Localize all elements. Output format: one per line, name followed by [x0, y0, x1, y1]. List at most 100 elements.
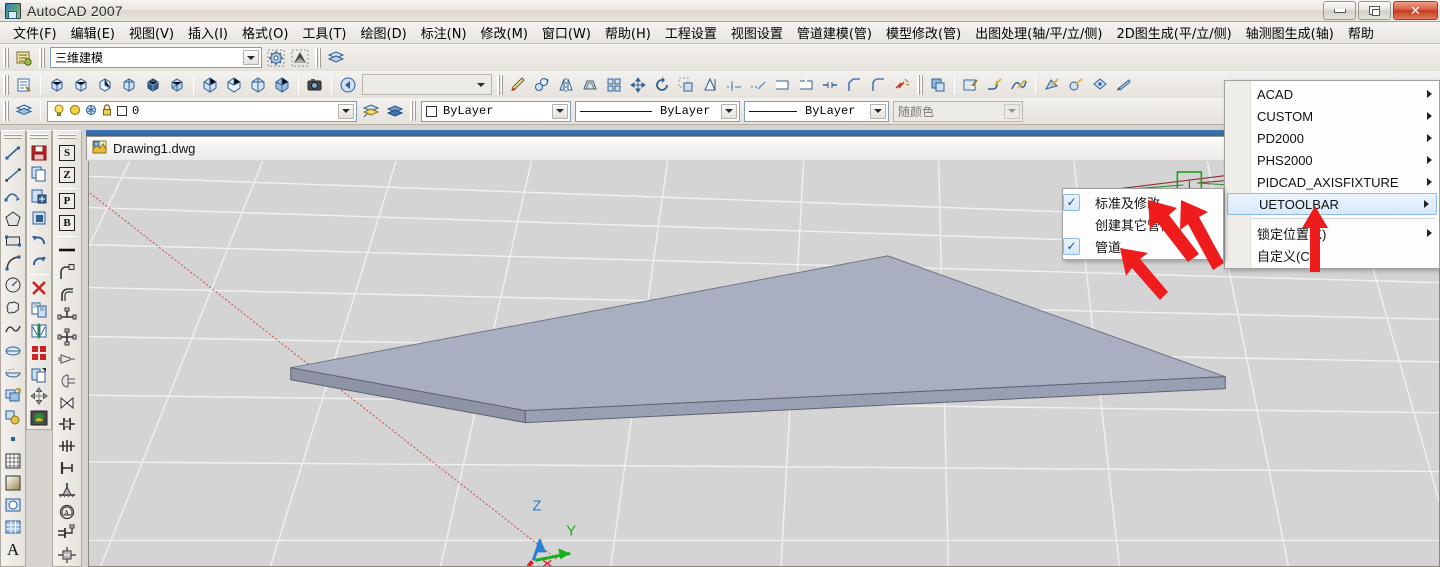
- erase-icon[interactable]: [28, 277, 50, 299]
- erase-icon[interactable]: [507, 74, 529, 96]
- chevron-down-icon[interactable]: [552, 104, 568, 119]
- toolbar-grip[interactable]: [3, 101, 9, 121]
- pipe-letter-z-button[interactable]: Z: [56, 164, 78, 186]
- chevron-down-icon[interactable]: [243, 50, 259, 65]
- lightbulb-icon[interactable]: [52, 103, 66, 120]
- layers-stack-icon[interactable]: [325, 47, 347, 69]
- ellipse-arc-icon[interactable]: [2, 362, 24, 384]
- reducer-icon[interactable]: [56, 348, 78, 370]
- copy-icon[interactable]: [28, 164, 50, 186]
- checkbox-pipe[interactable]: ✓: [1063, 238, 1089, 255]
- join-icon[interactable]: [819, 74, 841, 96]
- sun-icon[interactable]: [68, 103, 82, 120]
- chevron-down-icon[interactable]: [870, 104, 886, 119]
- edit-spline-icon[interactable]: [1008, 74, 1030, 96]
- polygon-icon[interactable]: [2, 208, 24, 230]
- table-icon[interactable]: [2, 516, 24, 538]
- menu-item-model-modify[interactable]: 模型修改(管): [879, 20, 968, 45]
- copy-object-icon[interactable]: [28, 299, 50, 321]
- visual-3d-hidden-icon[interactable]: [223, 74, 245, 96]
- match-properties-icon[interactable]: [28, 364, 50, 386]
- tee-icon[interactable]: [56, 305, 78, 327]
- bend-icon[interactable]: [56, 283, 78, 305]
- pipe-line-icon[interactable]: [56, 239, 78, 261]
- revcloud-icon[interactable]: [2, 296, 24, 318]
- circle-icon[interactable]: [2, 274, 24, 296]
- menu-item-window[interactable]: 窗口(W): [535, 20, 598, 45]
- back-arrow-icon[interactable]: [337, 74, 359, 96]
- layer-properties-manager-icon[interactable]: [13, 100, 35, 122]
- insert-block-icon[interactable]: [2, 384, 24, 406]
- menu-item-view[interactable]: 视图(V): [122, 20, 181, 45]
- menu-item-pipe-modeling[interactable]: 管道建模(管): [790, 20, 879, 45]
- layer-previous-icon[interactable]: [360, 100, 382, 122]
- toolbar-grip[interactable]: [315, 48, 321, 68]
- view-se-isometric-icon[interactable]: [70, 74, 92, 96]
- submenu-item-create-other-fittings[interactable]: 创建其它管件: [1063, 213, 1223, 235]
- view-ne-isometric-icon[interactable]: [94, 74, 116, 96]
- break-icon[interactable]: [795, 74, 817, 96]
- copy-object-icon[interactable]: [531, 74, 553, 96]
- menu-item-insert[interactable]: 插入(I): [181, 20, 235, 45]
- workspace-display-icon[interactable]: [289, 47, 311, 69]
- point-icon[interactable]: [2, 428, 24, 450]
- solid-union-icon[interactable]: [927, 74, 949, 96]
- view-nw-isometric-icon[interactable]: [118, 74, 140, 96]
- break-at-point-icon[interactable]: [771, 74, 793, 96]
- move-icon[interactable]: [627, 74, 649, 96]
- color-select[interactable]: ByLayer: [421, 101, 571, 122]
- minimize-button[interactable]: [1323, 1, 1356, 20]
- menu-item-customize[interactable]: 自定义(C...: [1225, 244, 1439, 266]
- lock-icon[interactable]: [100, 103, 114, 120]
- menu-item-acad[interactable]: ACAD: [1225, 83, 1439, 105]
- line-icon[interactable]: [2, 142, 24, 164]
- layer-state-icon[interactable]: [384, 100, 406, 122]
- restore-button[interactable]: [1358, 1, 1391, 20]
- chevron-down-icon[interactable]: [721, 104, 737, 119]
- visual-2d-wireframe-icon[interactable]: [199, 74, 221, 96]
- text-icon[interactable]: A: [2, 538, 24, 560]
- explode-icon[interactable]: [891, 74, 913, 96]
- menu-item-pd2000[interactable]: PD2000: [1225, 127, 1439, 149]
- extend-icon[interactable]: [747, 74, 769, 96]
- scale-icon[interactable]: [675, 74, 697, 96]
- gradient-icon[interactable]: [2, 472, 24, 494]
- toolbar-grip[interactable]: [917, 75, 923, 95]
- menu-item-pidcad-axisfixture[interactable]: PIDCAD_AXISFIXTURE: [1225, 171, 1439, 193]
- edit-polyline-icon[interactable]: [984, 74, 1006, 96]
- synchronize-attributes-icon[interactable]: [1113, 74, 1135, 96]
- menu-item-custom[interactable]: CUSTOM: [1225, 105, 1439, 127]
- uetoolbar-submenu[interactable]: ✓ 标准及修改 创建其它管件 ✓ 管道: [1062, 188, 1224, 260]
- menu-item-drawing-output[interactable]: 出图处理(轴/平/立/侧): [968, 20, 1109, 45]
- search-input[interactable]: [362, 74, 492, 95]
- pipe-letter-p-button[interactable]: P: [56, 191, 78, 213]
- gasket-icon[interactable]: [56, 435, 78, 457]
- construction-line-icon[interactable]: [2, 164, 24, 186]
- menu-item-lock-location[interactable]: 锁定位置(K): [1225, 222, 1439, 244]
- toolbar-grip[interactable]: [3, 75, 9, 95]
- edit-attribute-icon[interactable]: [1065, 74, 1087, 96]
- menu-item-modify[interactable]: 修改(M): [474, 20, 535, 45]
- view-wireframe-box-icon[interactable]: [166, 74, 188, 96]
- stretch-icon[interactable]: [699, 74, 721, 96]
- menu-item-iso-generate[interactable]: 轴测图生成(轴): [1239, 20, 1341, 45]
- menu-item-dimension[interactable]: 标注(N): [414, 20, 474, 45]
- paste-icon[interactable]: [28, 185, 50, 207]
- chevron-down-icon[interactable]: [473, 77, 489, 92]
- chamfer-icon[interactable]: [843, 74, 865, 96]
- menu-item-edit[interactable]: 编辑(E): [64, 20, 122, 45]
- paste-block-icon[interactable]: [28, 207, 50, 229]
- close-button[interactable]: ✕: [1393, 1, 1438, 20]
- pipe-letter-b-button[interactable]: B: [56, 212, 78, 234]
- camera-icon[interactable]: [304, 74, 326, 96]
- trim-icon[interactable]: [723, 74, 745, 96]
- cap-icon[interactable]: [56, 370, 78, 392]
- menu-item-tools[interactable]: 工具(T): [295, 20, 353, 45]
- support-icon[interactable]: [56, 457, 78, 479]
- menu-item-phs2000[interactable]: PHS2000: [1225, 149, 1439, 171]
- workspace-select[interactable]: 三维建模: [50, 47, 262, 68]
- menu-item-2d-generate[interactable]: 2D图生成(平/立/侧): [1109, 20, 1238, 45]
- menu-item-draw[interactable]: 绘图(D): [354, 20, 414, 45]
- workspace-gear-icon[interactable]: [265, 47, 287, 69]
- menu-item-view-settings[interactable]: 视图设置: [724, 20, 790, 45]
